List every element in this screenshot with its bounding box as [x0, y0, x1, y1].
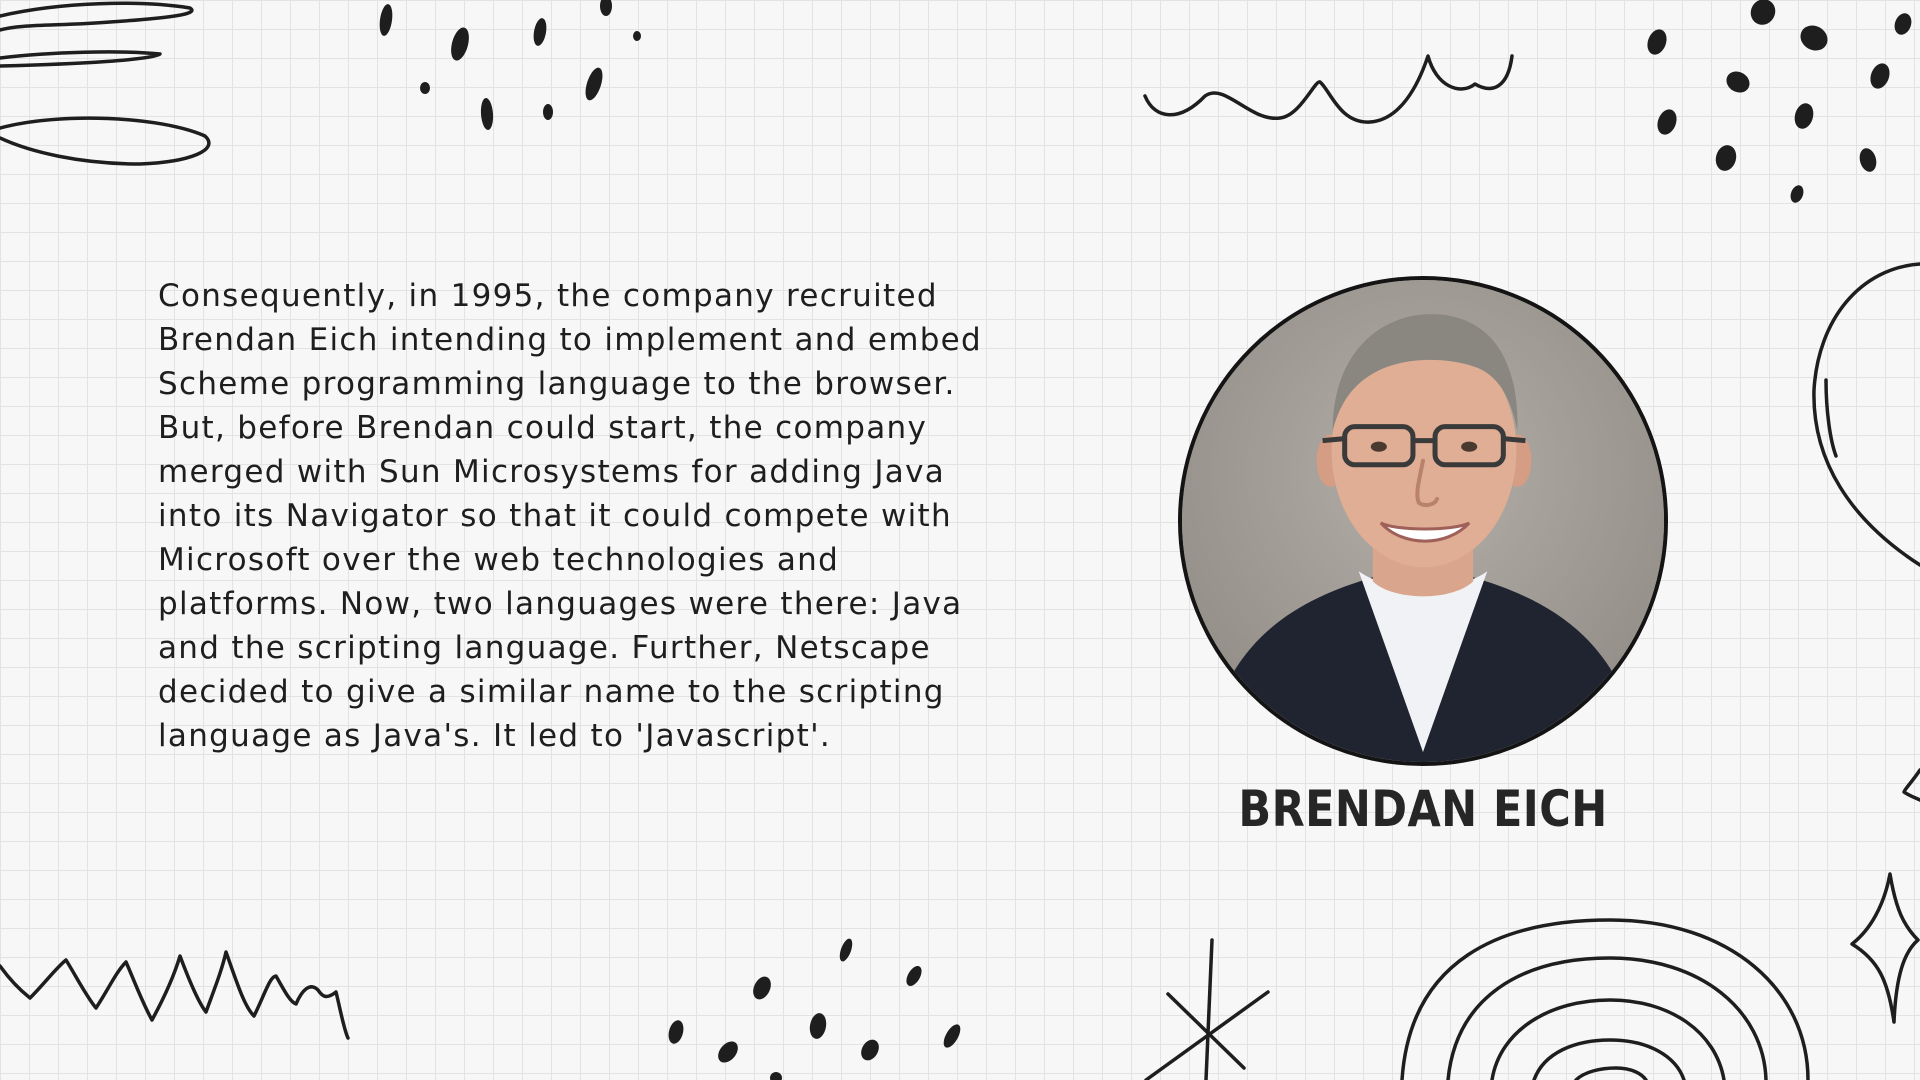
zigzag-scribble-icon	[0, 950, 350, 1040]
body-paragraph: Consequently, in 1995, the company recru…	[158, 278, 983, 754]
scribble-loops-icon	[0, 1, 211, 166]
wave-scribble-icon	[1143, 54, 1514, 124]
portrait-photo	[1178, 276, 1668, 766]
star-edge-icon	[1902, 768, 1920, 802]
sparkle-icon	[1850, 872, 1920, 1024]
ink-hatch-dots-icon	[668, 938, 961, 1080]
person-photo-icon	[1182, 280, 1664, 762]
rainbow-arches-icon	[1400, 918, 1810, 1080]
ink-dots-icon	[379, 0, 641, 130]
circle-arc-icon	[1812, 262, 1920, 567]
ink-hatch-cluster-icon	[1647, 0, 1912, 203]
asterisk-icon	[1144, 938, 1270, 1080]
person-name-caption: BRENDAN EICH	[1238, 780, 1608, 838]
